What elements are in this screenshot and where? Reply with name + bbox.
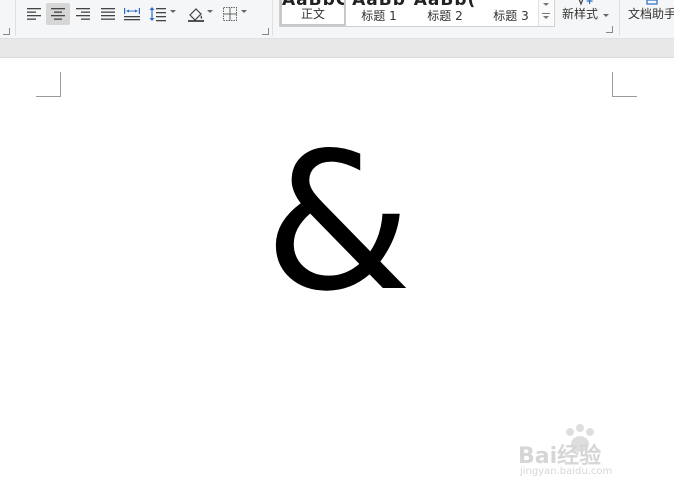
style-heading-1[interactable]: AaBb 标题 1 [346, 0, 412, 26]
styles-gallery-scroll[interactable] [538, 0, 553, 26]
align-center-button[interactable] [46, 3, 70, 25]
shading-button[interactable] [184, 3, 208, 25]
distribute-button[interactable] [120, 3, 144, 25]
borders-button[interactable] [218, 3, 242, 25]
align-right-icon [76, 8, 90, 20]
style-label: 标题 3 [493, 9, 529, 23]
more-styles-line [542, 13, 550, 14]
new-style-label: 新样式 [562, 7, 599, 21]
shading-dropdown-caret[interactable] [207, 10, 213, 13]
justify-icon [101, 8, 115, 20]
divider [619, 0, 620, 36]
document-content-text[interactable]: & [238, 128, 438, 318]
document-assistant-label: 文档助手 [628, 7, 674, 21]
document-assistant-button[interactable]: 文档助手 [622, 0, 674, 30]
justify-button[interactable] [96, 3, 120, 25]
margin-corner-top-right [612, 72, 637, 97]
style-normal[interactable]: AaBbCcDd 正文 [280, 0, 346, 26]
distribute-icon [124, 8, 140, 21]
borders-dropdown-caret[interactable] [241, 10, 247, 13]
paragraph-group [0, 0, 272, 38]
style-heading-3[interactable]: 标题 3 [478, 0, 544, 26]
align-center-icon [51, 8, 65, 20]
divider [272, 0, 273, 36]
baidu-jingyan-watermark: Bai经验 jingyan.baidu.com [516, 424, 646, 484]
ruler-band [0, 39, 674, 58]
borders-icon [223, 7, 237, 21]
divider [15, 0, 16, 36]
more-styles-icon [543, 16, 549, 19]
scroll-down-icon [543, 3, 549, 6]
shading-icon [188, 8, 204, 22]
styles-gallery: AaBbCcDd 正文 AaBb 标题 1 AaBb( 标题 2 标题 3 [279, 0, 555, 27]
styles-group-launcher[interactable] [606, 26, 613, 33]
paragraph-group-launcher[interactable] [262, 28, 269, 35]
style-heading-2[interactable]: AaBb( 标题 2 [412, 0, 478, 26]
align-left-icon [27, 8, 41, 20]
font-group-launcher[interactable] [3, 28, 10, 35]
margin-corner-top-left [36, 72, 61, 97]
align-left-button[interactable] [22, 3, 46, 25]
line-spacing-button[interactable] [146, 3, 170, 25]
align-right-button[interactable] [71, 3, 95, 25]
line-spacing-dropdown-caret[interactable] [170, 10, 176, 13]
style-label: 标题 2 [427, 9, 463, 23]
style-label: 正文 [300, 7, 325, 21]
ribbon: AaBbCcDd 正文 AaBb 标题 1 AaBb( 标题 2 标题 3 新样… [0, 0, 674, 39]
line-spacing-icon [149, 7, 166, 22]
new-style-dropdown-caret [603, 14, 609, 17]
watermark-url: jingyan.baidu.com [520, 466, 613, 477]
style-label: 标题 1 [361, 9, 397, 23]
